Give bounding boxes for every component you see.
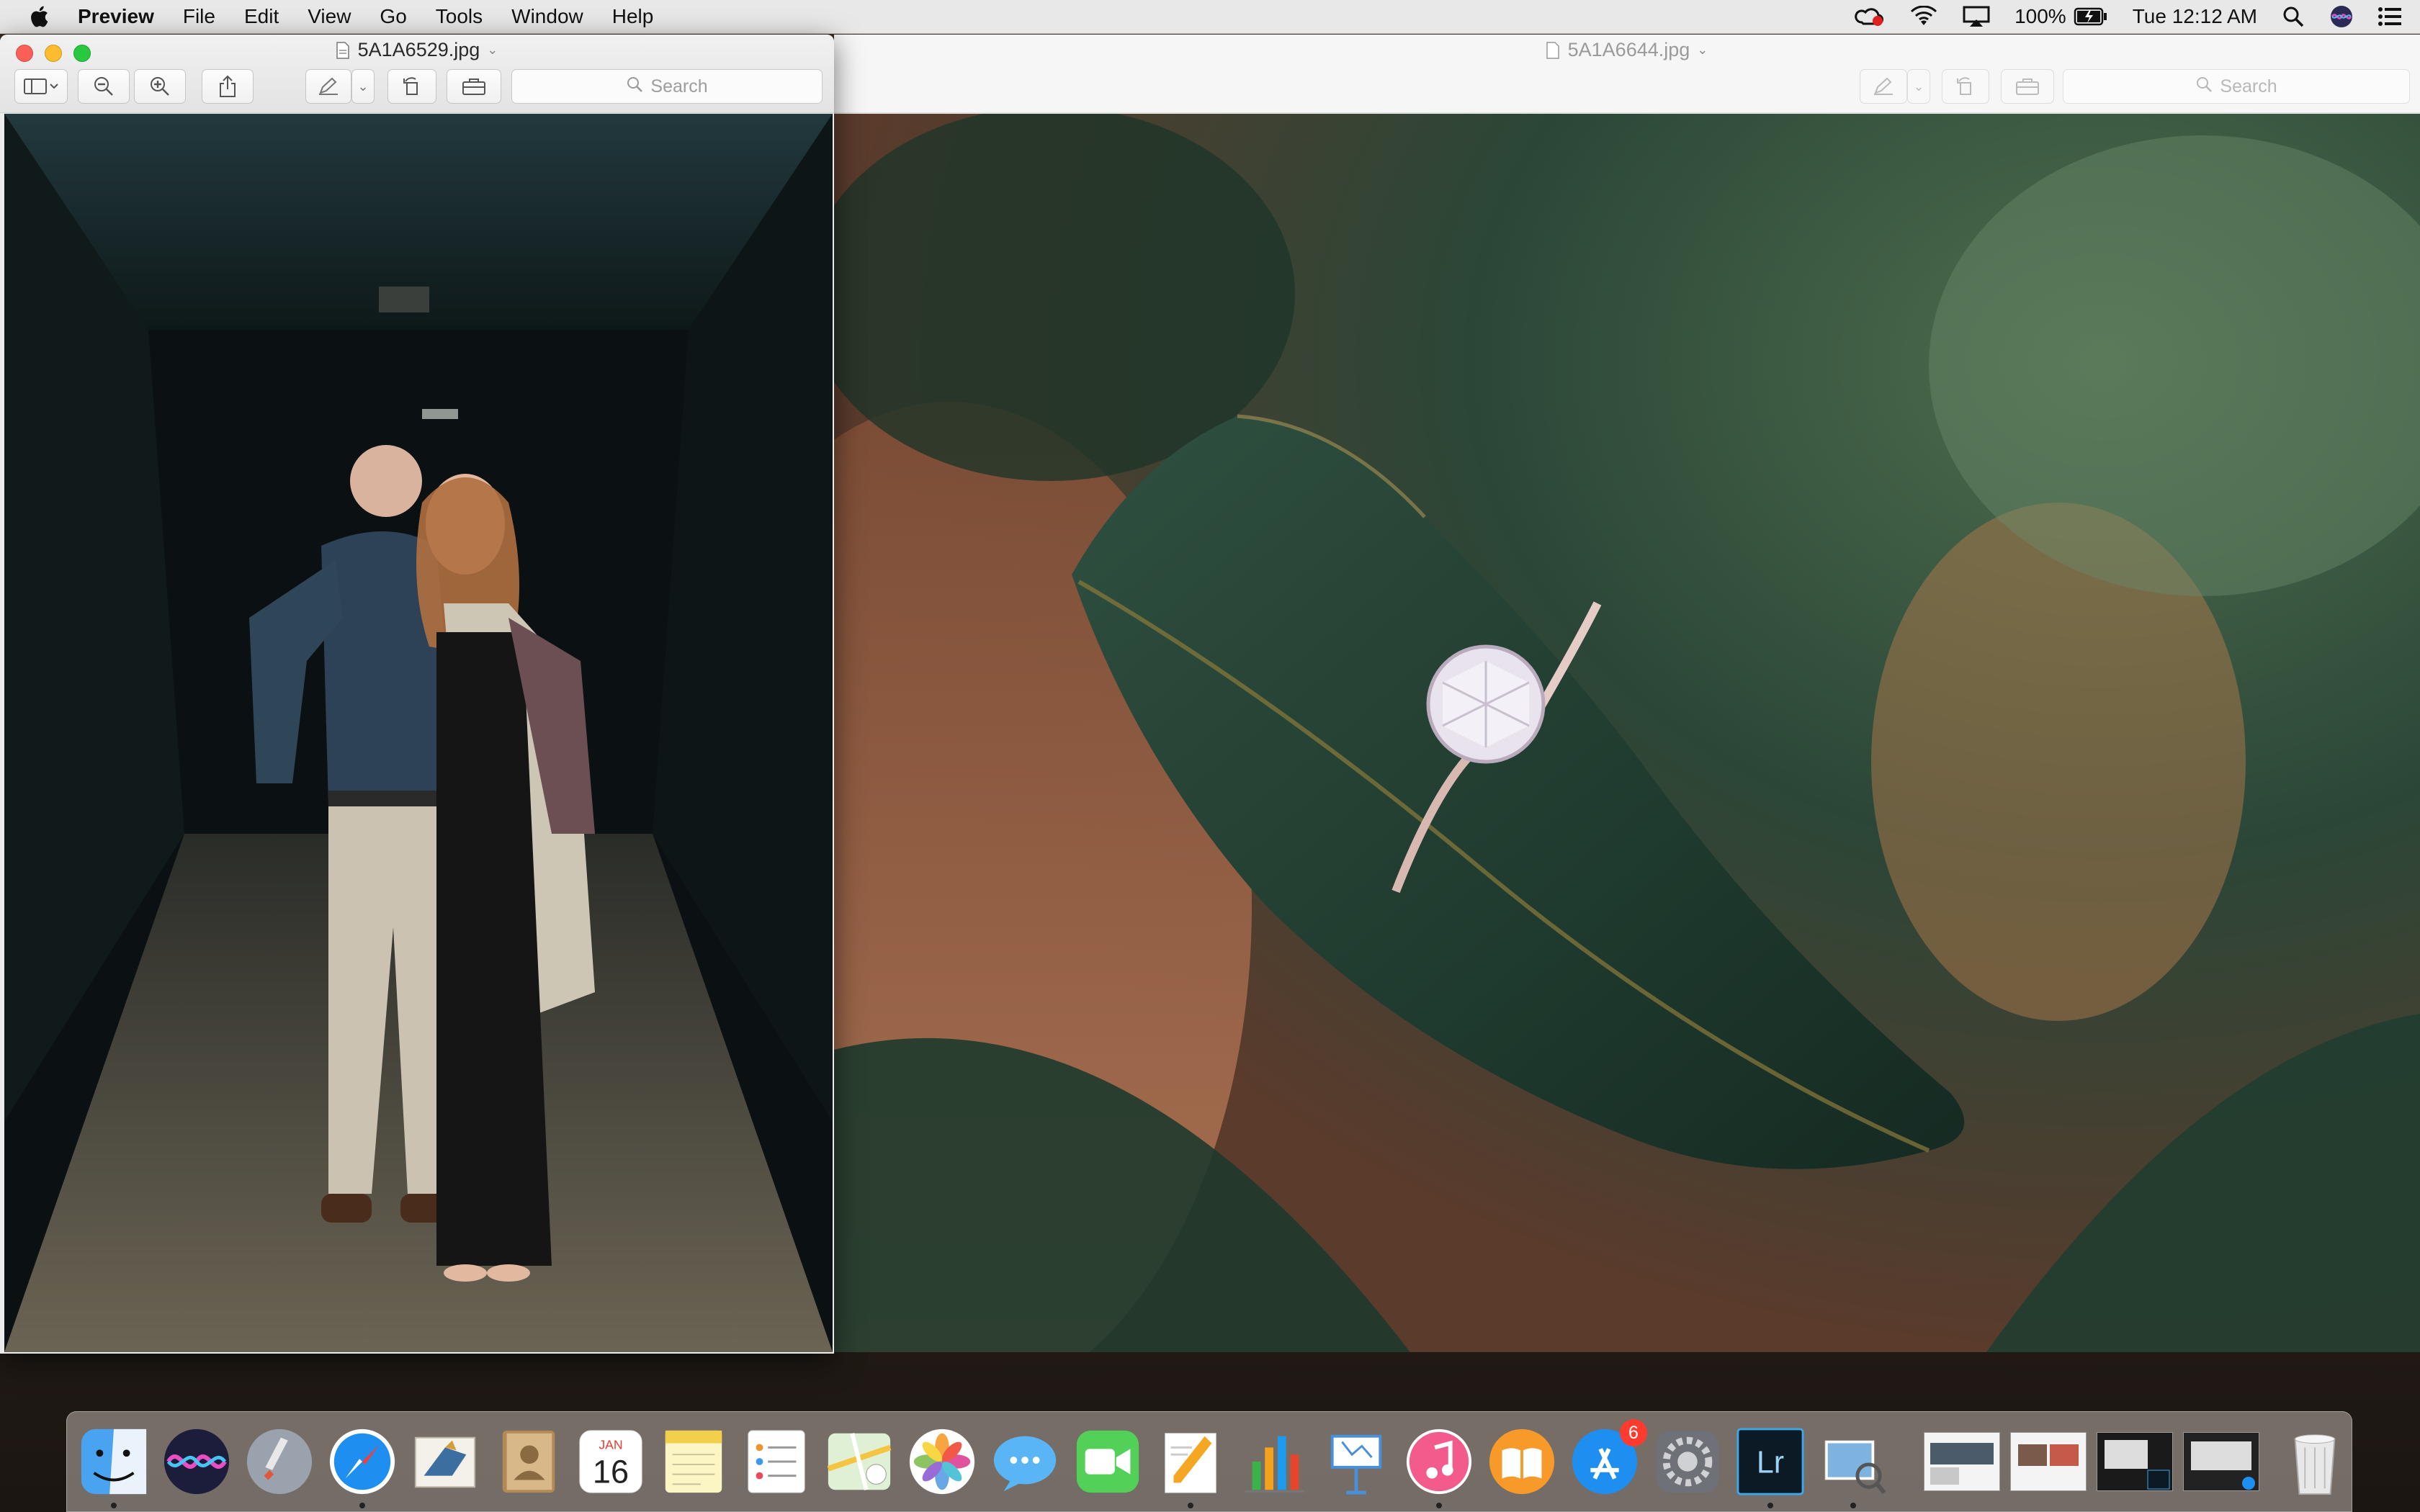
mail-icon[interactable] <box>410 1426 480 1497</box>
preview-window-couple[interactable]: 5A1A6529.jpg ⌄ ⌄ Search <box>0 35 834 1354</box>
ibooks-icon[interactable] <box>1487 1426 1557 1497</box>
menu-go[interactable]: Go <box>380 5 406 28</box>
menu-tools[interactable]: Tools <box>436 5 483 28</box>
markup-dropdown[interactable]: ⌄ <box>351 69 375 104</box>
rotate-button[interactable] <box>387 69 436 104</box>
markup-dropdown[interactable]: ⌄ <box>1907 69 1930 104</box>
notes-icon[interactable] <box>658 1426 729 1497</box>
rotate-button[interactable] <box>1942 69 1989 104</box>
system-preferences-icon[interactable] <box>1652 1426 1723 1497</box>
window-titlebar[interactable]: 5A1A6529.jpg ⌄ ⌄ Search <box>0 35 834 113</box>
app-store-badge: 6 <box>1620 1419 1647 1446</box>
calendar-day: 16 <box>593 1453 629 1490</box>
contacts-icon[interactable] <box>493 1426 563 1497</box>
menu-view[interactable]: View <box>308 5 351 28</box>
toolbox-button[interactable] <box>447 69 501 104</box>
window-title[interactable]: 5A1A6644.jpg ⌄ <box>834 39 2420 61</box>
siri-icon[interactable] <box>161 1426 232 1497</box>
spotlight-icon[interactable] <box>2282 5 2305 28</box>
status-area: 100% Tue 12:12 AM <box>1830 0 2420 33</box>
lightroom-label: Lr <box>1757 1446 1784 1480</box>
battery-icon[interactable] <box>2074 7 2108 26</box>
battery-percentage: 100% <box>2015 5 2066 27</box>
pen-icon <box>1874 77 1893 95</box>
share-button[interactable] <box>202 69 254 104</box>
toolbox-icon <box>2016 78 2039 95</box>
menu-app-name[interactable]: Preview <box>78 5 154 28</box>
zoom-in-button[interactable] <box>134 69 186 104</box>
menu-window[interactable]: Window <box>511 5 583 28</box>
search-placeholder: Search <box>2220 76 2277 96</box>
search-field[interactable]: Search <box>2063 69 2410 104</box>
couple-photo <box>4 114 833 1352</box>
notification-center-icon[interactable] <box>2378 6 2401 27</box>
search-icon <box>626 76 643 98</box>
itunes-icon[interactable] <box>1404 1426 1474 1508</box>
lightroom-icon[interactable]: Lr <box>1735 1426 1806 1508</box>
launchpad-icon[interactable] <box>244 1426 315 1497</box>
reminders-icon[interactable] <box>741 1426 812 1497</box>
rotate-icon <box>403 77 418 95</box>
airplay-icon[interactable] <box>1963 6 1990 27</box>
dock: JAN 16 6 Lr <box>66 1411 2352 1512</box>
menu-help[interactable]: Help <box>612 5 654 28</box>
pen-icon <box>319 77 338 95</box>
document-icon <box>1546 41 1559 59</box>
numbers-icon[interactable] <box>1238 1426 1309 1497</box>
zoom-in-icon <box>151 77 169 96</box>
sidebar-icon <box>24 78 58 94</box>
pages-icon[interactable] <box>1155 1426 1226 1508</box>
siri-menu-icon[interactable] <box>2329 4 2354 29</box>
document-icon <box>336 41 349 59</box>
keynote-icon[interactable] <box>1321 1426 1392 1497</box>
markup-button[interactable] <box>1860 69 1907 104</box>
wifi-icon[interactable] <box>1909 6 1938 27</box>
messages-icon[interactable] <box>990 1426 1060 1497</box>
chevron-down-icon: ⌄ <box>357 78 369 94</box>
minimized-window-thumbnail[interactable] <box>2010 1432 2087 1491</box>
minimized-window-thumbnail[interactable] <box>1924 1432 2000 1491</box>
share-icon <box>220 75 236 97</box>
window-titlebar[interactable]: 5A1A6644.jpg ⌄ ⌄ Search <box>834 35 2420 113</box>
facetime-icon[interactable] <box>1072 1426 1143 1497</box>
menu-clock[interactable]: Tue 12:12 AM <box>2133 5 2257 28</box>
trash-icon[interactable] <box>2280 1426 2350 1497</box>
rotate-icon <box>1957 77 1971 95</box>
app-store-icon[interactable]: 6 <box>1569 1419 1647 1497</box>
toolbox-button[interactable] <box>2001 69 2054 104</box>
search-field[interactable]: Search <box>511 69 823 104</box>
maps-icon[interactable] <box>824 1426 895 1497</box>
minimized-window-thumbnail[interactable] <box>2097 1432 2173 1491</box>
sidebar-toggle-button[interactable] <box>14 69 68 104</box>
safari-icon[interactable] <box>327 1426 398 1508</box>
apple-menu-icon[interactable] <box>27 4 53 30</box>
calendar-icon[interactable]: JAN 16 <box>575 1426 646 1497</box>
preview-window-ring[interactable]: 5A1A6644.jpg ⌄ ⌄ Search <box>834 35 2420 1352</box>
window-title-text: 5A1A6529.jpg <box>357 39 480 60</box>
markup-button[interactable] <box>305 69 351 104</box>
search-icon <box>2195 76 2213 98</box>
ring-photo-art <box>834 114 2420 1352</box>
photos-icon[interactable] <box>907 1426 977 1497</box>
zoom-out-button[interactable] <box>78 69 130 104</box>
creative-cloud-icon[interactable] <box>1855 5 1885 28</box>
zoom-out-icon <box>94 77 113 96</box>
menu-edit[interactable]: Edit <box>244 5 279 28</box>
ring-photo <box>834 114 2420 1352</box>
window-title-text: 5A1A6644.jpg <box>1567 39 1690 60</box>
toolbox-icon <box>462 78 485 95</box>
finder-icon[interactable] <box>79 1426 149 1508</box>
menu-file[interactable]: File <box>183 5 215 28</box>
chevron-down-icon[interactable]: ⌄ <box>1697 42 1708 58</box>
minimized-window-thumbnail[interactable] <box>2183 1432 2259 1491</box>
couple-photo-art <box>4 114 833 1352</box>
chevron-down-icon[interactable]: ⌄ <box>487 42 498 58</box>
preview-icon[interactable] <box>1818 1426 1888 1508</box>
menu-bar: Preview File Edit View Go Tools Window H… <box>0 0 2420 34</box>
window-title[interactable]: 5A1A6529.jpg ⌄ <box>0 39 834 61</box>
calendar-month: JAN <box>599 1437 622 1452</box>
chevron-down-icon: ⌄ <box>1913 78 1924 94</box>
search-placeholder: Search <box>650 76 708 96</box>
